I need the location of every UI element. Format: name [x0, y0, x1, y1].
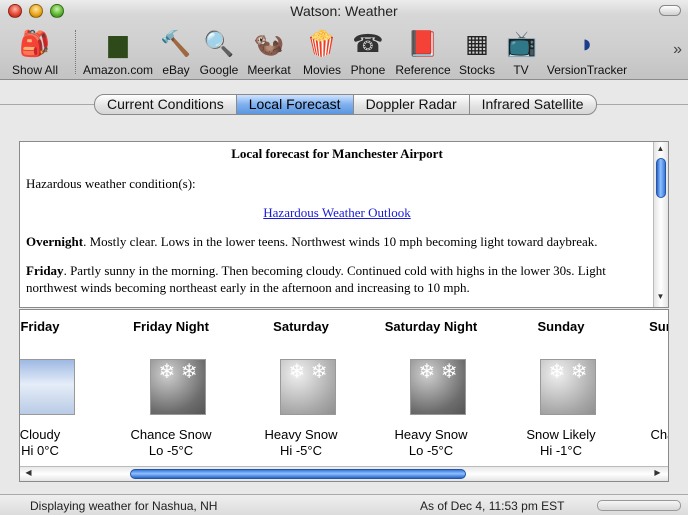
period-name: Overnight: [26, 234, 84, 249]
reference-book-icon: 📕: [407, 30, 439, 58]
day-name: Saturday Night: [384, 319, 478, 334]
gavel-icon: 🔨: [160, 30, 192, 58]
day-name: Sunday Night: [649, 319, 668, 334]
day-temperature: Lo -5°C: [408, 443, 454, 458]
toolbar-label: Phone: [350, 63, 386, 77]
toolbar-label: Amazon.com: [82, 63, 154, 77]
versiontracker-icon: ◗: [579, 30, 595, 58]
tab-current-conditions[interactable]: Current Conditions: [95, 95, 236, 114]
text-scroll-thumb[interactable]: [656, 158, 666, 198]
popcorn-icon: 🍿: [306, 30, 338, 58]
snow-weather-icon: ❄ ❄: [150, 359, 206, 415]
scroll-up-arrow-icon[interactable]: ▲: [654, 144, 667, 153]
show-all-icon: 🎒: [19, 30, 51, 58]
status-bar: Displaying weather for Nashua, NH As of …: [0, 494, 688, 515]
day-condition: Chance Snow: [650, 427, 668, 442]
day-name: Saturday: [273, 319, 329, 334]
cloudy-weather-icon: [20, 359, 75, 415]
status-location: Displaying weather for Nashua, NH: [30, 499, 218, 513]
day-condition: Chance Snow: [130, 427, 212, 442]
day-temperature: Lo -5°C: [148, 443, 194, 458]
day-condition: Heavy Snow: [264, 427, 338, 442]
toolbar-label: Meerkat: [247, 63, 291, 77]
day-name: Friday: [20, 319, 60, 334]
window-title: Watson: Weather: [290, 3, 398, 19]
toolbar-overflow-chevron-icon[interactable]: »: [673, 41, 682, 59]
toolbar-label: Movies: [302, 63, 341, 77]
toolbar-label: Show All: [11, 63, 59, 77]
amazon-icon: ▆: [108, 30, 128, 58]
day-temperature: Hi -1°C: [539, 443, 583, 458]
scroll-left-arrow-icon[interactable]: ◀: [22, 468, 35, 477]
toolbar-button-show-all[interactable]: 🎒 Show All: [10, 28, 60, 77]
meerkat-icon: 🦦: [253, 30, 285, 58]
snow-weather-icon: ❄ ❄: [410, 359, 466, 415]
forecast-title: Local forecast for Manchester Airport: [231, 146, 443, 161]
day-name: Sunday: [537, 319, 585, 334]
toolbar-button-amazon-com[interactable]: ▆ Amazon.com: [82, 28, 154, 77]
scroll-down-arrow-icon[interactable]: ▼: [654, 292, 667, 301]
forecast-period-overnight: Overnight. Mostly clear. Lows in the low…: [26, 233, 648, 250]
forecast-day-strip: Sunday Night❄ ❄Chance SnowLo -6°CSunday❄…: [19, 309, 669, 482]
snow-weather-icon: ❄ ❄: [280, 359, 336, 415]
toolbar-label: TV: [513, 63, 529, 77]
forecast-text-panel: Local forecast for Manchester Airport Ha…: [19, 141, 669, 308]
day-temperature: Hi -5°C: [279, 443, 323, 458]
tab-local-forecast[interactable]: Local Forecast: [235, 95, 353, 114]
day-name: Friday Night: [133, 319, 209, 334]
text-vertical-scrollbar[interactable]: ▲ ▼: [653, 142, 668, 307]
snow-weather-icon: ❄ ❄: [540, 359, 596, 415]
toolbar-label: Google: [199, 63, 239, 77]
title-bar: Watson: Weather: [0, 0, 688, 22]
google-magnifier-icon: 🔍: [203, 30, 235, 58]
day-temperature: Lo -6°C: [626, 443, 668, 458]
plugin-toolbar: » 🎒 Show All ▆ Amazon.com 🔨 eBay 🔍 Google 🦦 Meerk…: [0, 24, 688, 80]
day-condition: Snow Likely: [526, 427, 596, 442]
toolbar-separator: [75, 30, 76, 74]
tv-icon: 📺: [506, 30, 538, 58]
period-text: . Partly sunny in the morning. Then beco…: [26, 263, 606, 295]
toolbar-button-versiontracker[interactable]: ◗ VersionTracker: [544, 28, 630, 77]
telephone-icon: ☎: [352, 30, 384, 58]
toolbar-button-stocks[interactable]: ▦ Stocks: [455, 28, 499, 77]
toolbar-toggle-button[interactable]: [659, 5, 681, 16]
forecast-text: Local forecast for Manchester Airport Ha…: [26, 145, 648, 307]
toolbar-button-movies[interactable]: 🍿 Movies: [300, 28, 344, 77]
toolbar-button-google[interactable]: 🔍 Google: [197, 28, 241, 77]
tab-doppler-radar[interactable]: Doppler Radar: [352, 95, 469, 114]
toolbar-label: Stocks: [458, 63, 495, 77]
period-name: Friday: [26, 263, 64, 278]
days-scroll-thumb[interactable]: [130, 469, 466, 479]
progress-indicator: [597, 500, 681, 511]
toolbar-button-reference[interactable]: 📕 Reference: [393, 28, 453, 77]
hazard-intro: Hazardous weather condition(s):: [26, 176, 196, 191]
stock-ticker-icon: ▦: [465, 30, 489, 58]
hazard-outlook-link[interactable]: Hazardous Weather Outlook: [26, 204, 648, 221]
window-chrome: Watson: Weather » 🎒 Show All ▆ Amazon.com 🔨 e…: [0, 0, 688, 80]
days-horizontal-scrollbar[interactable]: ◀ ▶: [20, 466, 668, 481]
day-temperature: Hi 0°C: [21, 443, 59, 458]
view-tabs: Current Conditions Local Forecast Doppler …: [94, 94, 597, 115]
toolbar-button-phone[interactable]: ☎ Phone: [347, 28, 389, 77]
day-condition: Cloudy: [19, 427, 61, 442]
toolbar-button-meerkat[interactable]: 🦦 Meerkat: [243, 28, 295, 77]
day-condition: Heavy Snow: [394, 427, 468, 442]
period-text: . Mostly clear. Lows in the lower teens.…: [83, 234, 598, 249]
forecast-period-friday: Friday. Partly sunny in the morning. The…: [26, 262, 648, 296]
status-timestamp: As of Dec 4, 11:53 pm EST: [420, 499, 565, 513]
toolbar-label: VersionTracker: [546, 63, 628, 77]
tab-infrared-satellite[interactable]: Infrared Satellite: [468, 95, 596, 114]
toolbar-label: Reference: [395, 63, 451, 77]
toolbar-button-tv[interactable]: 📺 TV: [506, 28, 538, 77]
toolbar-button-ebay[interactable]: 🔨 eBay: [158, 28, 194, 77]
toolbar-label: eBay: [162, 63, 190, 77]
scroll-right-arrow-icon[interactable]: ▶: [651, 468, 664, 477]
